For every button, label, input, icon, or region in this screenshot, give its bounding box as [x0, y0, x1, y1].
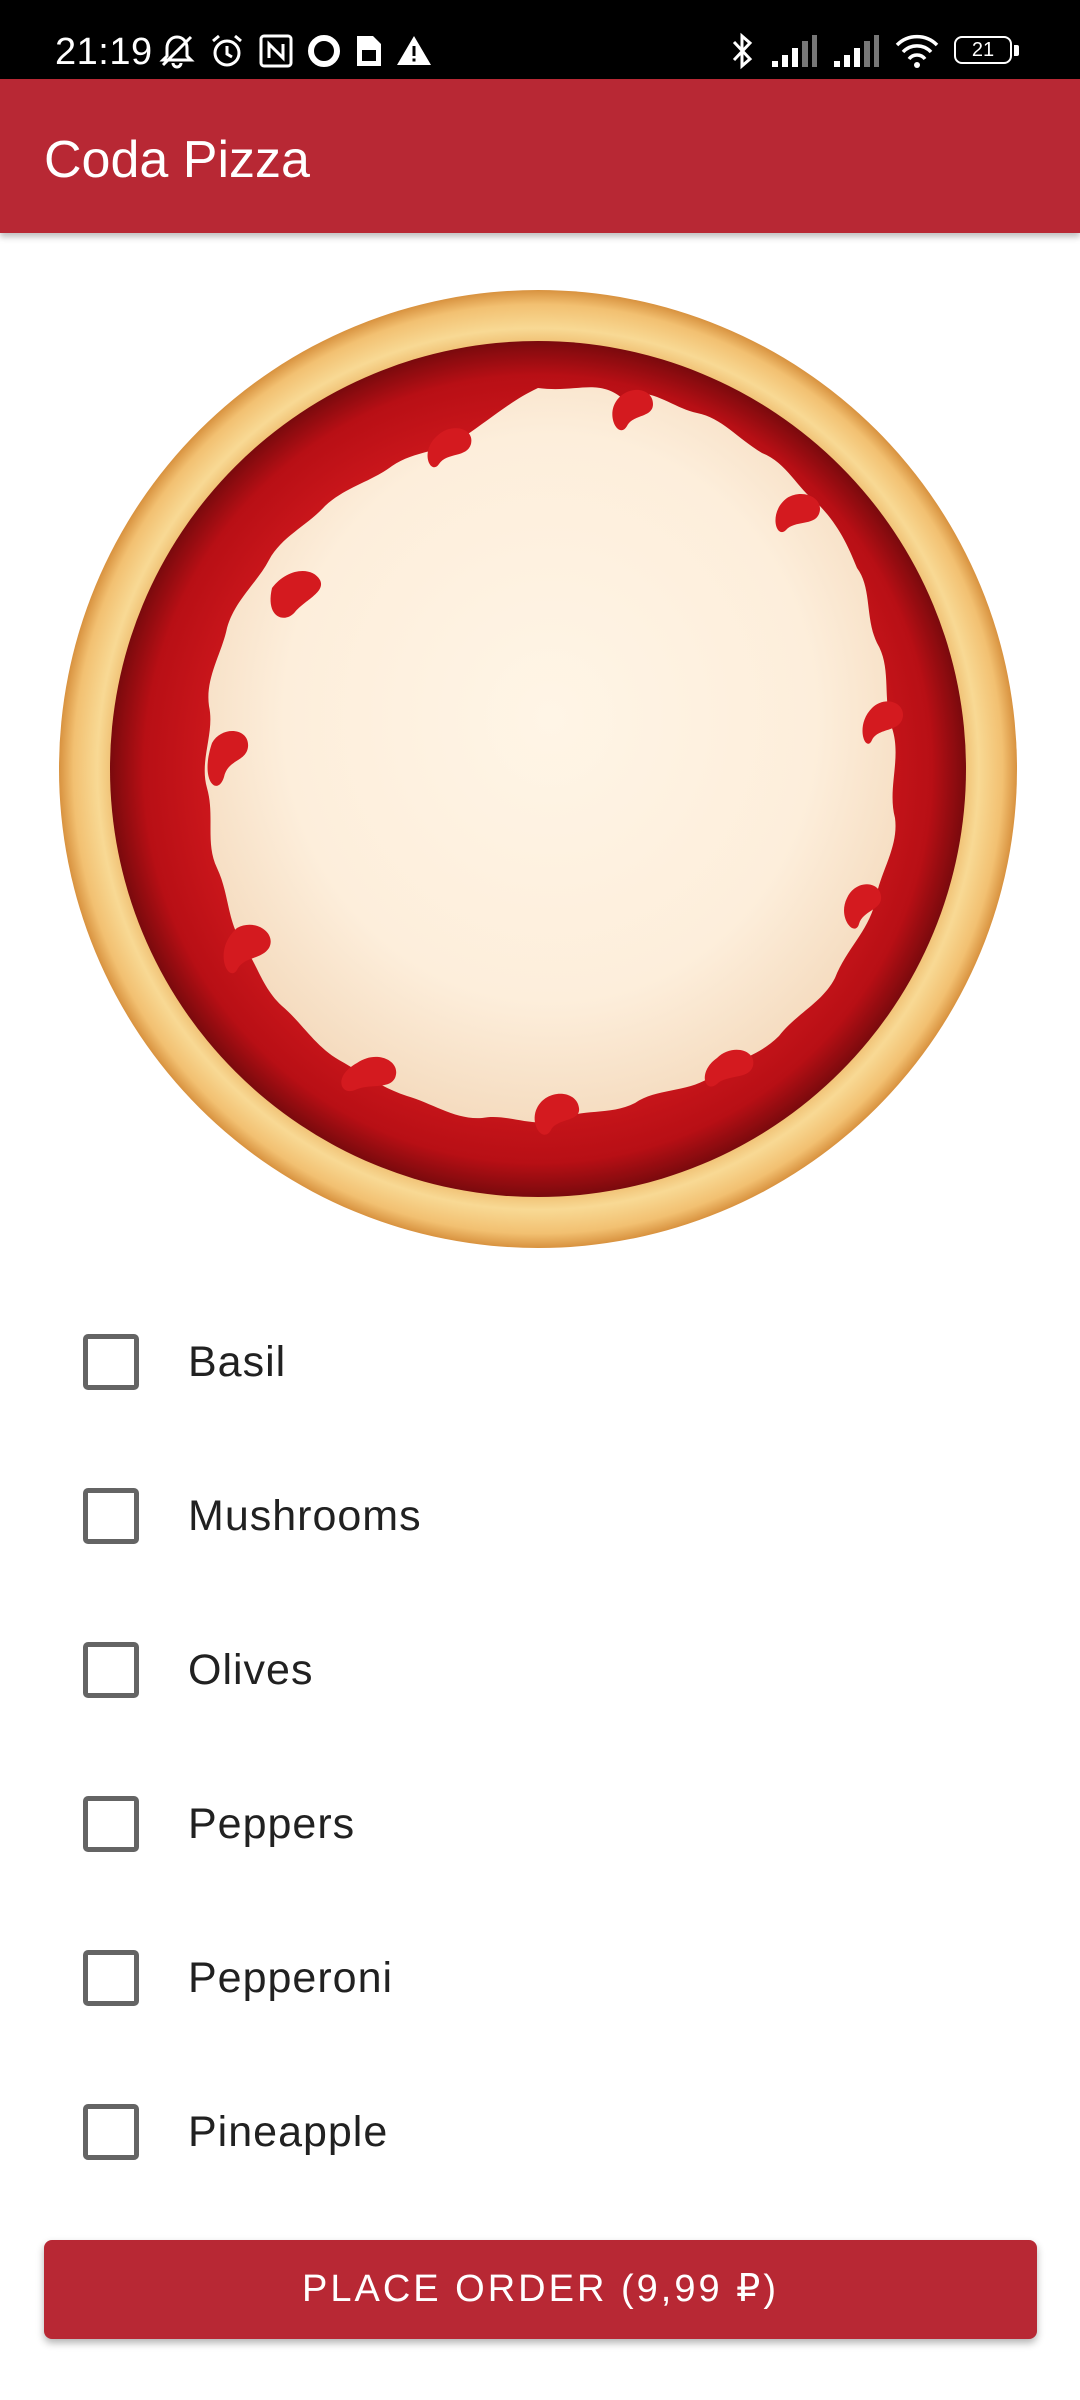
nfc-icon — [259, 34, 293, 68]
topping-item-olives[interactable]: Olives — [0, 1593, 1080, 1747]
muted-bell-icon — [159, 35, 195, 69]
status-right-icons: 21 — [728, 28, 1020, 74]
topping-item-mushrooms[interactable]: Mushrooms — [0, 1439, 1080, 1593]
battery-icon: 21 — [954, 36, 1020, 66]
circle-icon — [308, 35, 340, 67]
checkbox[interactable] — [83, 1488, 139, 1544]
pizza-image — [59, 290, 1017, 1248]
app-title: Coda Pizza — [44, 131, 310, 189]
warning-icon — [397, 36, 431, 65]
status-time: 21:19 — [55, 31, 153, 73]
topping-label: Peppers — [188, 1800, 356, 1848]
signal-icon — [772, 35, 817, 67]
topping-item-pineapple[interactable]: Pineapple — [0, 2055, 1080, 2180]
wifi-icon — [895, 34, 939, 68]
checkbox[interactable] — [83, 2104, 139, 2160]
sim-card-icon — [357, 36, 381, 66]
topping-item-peppers[interactable]: Peppers — [0, 1747, 1080, 1901]
topping-label: Basil — [188, 1338, 287, 1386]
status-bar: 21:19 21 — [0, 0, 1080, 79]
topping-label: Pepperoni — [188, 1954, 394, 2002]
alarm-icon — [212, 34, 242, 67]
place-order-button[interactable]: PLACE ORDER (9,99 ₽) — [44, 2240, 1037, 2339]
checkbox[interactable] — [83, 1950, 139, 2006]
topping-label: Mushrooms — [188, 1492, 422, 1540]
screen: 21:19 21 Coda Pizza Basil Mushrooms Oliv… — [0, 0, 1080, 2400]
bluetooth-icon — [732, 32, 753, 70]
toppings-list[interactable]: Basil Mushrooms Olives Peppers Pepperoni… — [0, 1285, 1080, 2180]
topping-item-basil[interactable]: Basil — [0, 1285, 1080, 1439]
checkbox[interactable] — [83, 1642, 139, 1698]
topping-label: Pineapple — [188, 2108, 389, 2156]
app-bar: Coda Pizza — [0, 79, 1080, 233]
topping-item-pepperoni[interactable]: Pepperoni — [0, 1901, 1080, 2055]
topping-label: Olives — [188, 1646, 314, 1694]
checkbox[interactable] — [83, 1796, 139, 1852]
checkbox[interactable] — [83, 1334, 139, 1390]
pizza-preview — [0, 233, 1080, 1263]
status-left-icons — [157, 28, 433, 74]
battery-level: 21 — [971, 39, 995, 61]
signal-icon — [834, 35, 879, 67]
